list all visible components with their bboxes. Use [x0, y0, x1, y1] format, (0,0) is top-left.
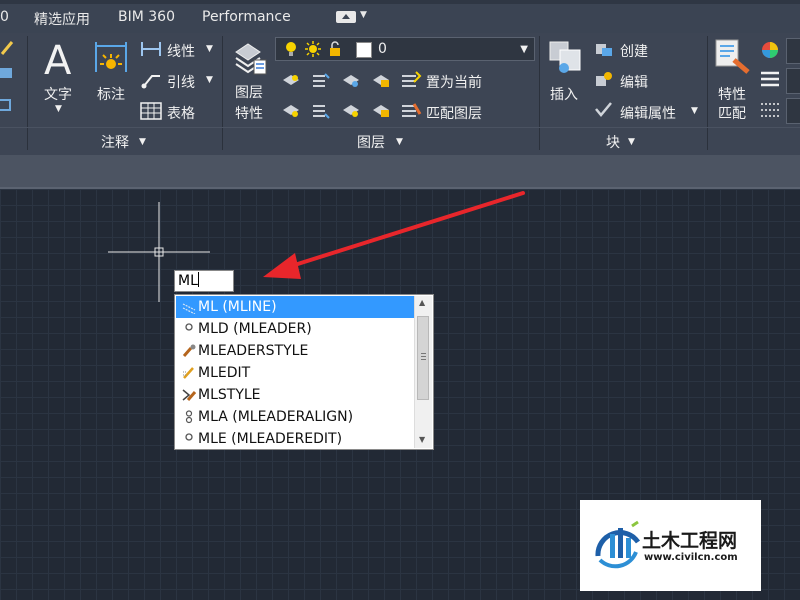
menu-item-performance[interactable]: Performance — [202, 9, 291, 25]
menu-bar: 0 精选应用 BIM 360 Performance ▼ — [0, 0, 800, 33]
menu-item-bim360[interactable]: BIM 360 — [118, 9, 175, 25]
svg-text:A: A — [44, 38, 72, 78]
unlock-icon — [330, 41, 340, 56]
layer-color-swatch — [356, 42, 372, 58]
edit-block-icon[interactable] — [594, 70, 614, 88]
layer-tools-row-2-icons[interactable] — [281, 100, 393, 122]
leader-icon[interactable] — [140, 70, 162, 90]
mleaderstyle-icon — [182, 344, 196, 357]
chevron-down-icon[interactable]: ▼ — [55, 104, 62, 114]
autocomplete-item[interactable]: MLA (MLEADERALIGN) — [176, 406, 414, 428]
lineweight-icon[interactable] — [760, 70, 780, 88]
linetype-icon[interactable] — [760, 100, 780, 118]
autocomplete-item[interactable]: MLD (MLEADER) — [176, 318, 414, 340]
chevron-down-icon[interactable]: ▼ — [206, 75, 213, 85]
ribbon-separator — [27, 36, 28, 150]
mleaderalign-icon — [185, 410, 193, 424]
watermark-url: www.civilcn.com — [644, 552, 738, 563]
mleaderedit-icon — [185, 433, 193, 441]
ribbon-separator — [222, 36, 223, 150]
layer-name-value: 0 — [378, 41, 387, 57]
create-block-icon[interactable] — [594, 40, 614, 58]
color-dropdown[interactable] — [786, 38, 800, 64]
command-input-value: ML — [178, 273, 198, 289]
scrollbar-thumb[interactable] — [417, 316, 429, 400]
match-properties-label-1[interactable]: 特性 — [718, 84, 746, 104]
dimension-button-label[interactable]: 标注 — [97, 84, 125, 104]
text-icon[interactable]: A — [42, 38, 78, 78]
text-button-label[interactable]: 文字 — [44, 84, 72, 104]
panel-title-divider — [0, 127, 800, 128]
autocomplete-item[interactable]: ML (MLINE) — [176, 296, 414, 318]
menu-item-featured-apps[interactable]: 精选应用 — [34, 9, 90, 29]
linear-button-label[interactable]: 线性 — [167, 41, 195, 61]
layer-properties-label-1[interactable]: 图层 — [235, 82, 263, 102]
autocomplete-item[interactable]: MLEADERSTYLE — [176, 340, 414, 362]
match-properties-label-2[interactable]: 匹配 — [718, 103, 746, 123]
autocomplete-item[interactable]: MLE (MLEADEREDIT) — [176, 428, 414, 450]
block-panel-title[interactable]: 块 — [606, 132, 620, 152]
chevron-down-icon[interactable]: ▼ — [206, 44, 213, 54]
lineweight-dropdown[interactable] — [786, 68, 800, 94]
draw-tools-icon[interactable] — [0, 38, 16, 118]
set-current-label[interactable]: 置为当前 — [426, 72, 482, 92]
insert-block-icon[interactable] — [546, 38, 584, 78]
dimension-icon[interactable] — [94, 38, 130, 76]
ribbon-separator — [539, 36, 540, 150]
menu-item-0[interactable]: 0 — [0, 9, 9, 25]
edit-attributes-icon[interactable] — [594, 101, 614, 119]
scroll-down-icon[interactable]: ▼ — [419, 435, 425, 444]
civilcn-logo-icon — [595, 520, 641, 569]
layer-properties-label-2[interactable]: 特性 — [235, 103, 263, 123]
create-block-label[interactable]: 创建 — [620, 41, 648, 61]
layer-properties-icon[interactable] — [232, 38, 268, 78]
match-properties-icon[interactable] — [714, 38, 752, 78]
watermark-brand: 土木工程网 — [642, 530, 738, 552]
lightbulb-icon — [286, 42, 296, 56]
mlstyle-icon — [182, 389, 196, 401]
scroll-up-icon[interactable]: ▲ — [419, 298, 425, 307]
layers-panel-title[interactable]: 图层 — [357, 132, 385, 152]
ribbon-separator — [707, 36, 708, 150]
chevron-down-icon[interactable]: ▼ — [396, 137, 403, 147]
match-layer-label[interactable]: 匹配图层 — [426, 103, 482, 123]
chevron-down-icon[interactable]: ▼ — [691, 106, 698, 116]
color-wheel-icon[interactable] — [760, 40, 780, 60]
layer-tools-row-1-icons[interactable] — [281, 70, 393, 92]
linear-dim-icon[interactable] — [140, 40, 162, 58]
sun-icon — [305, 41, 321, 57]
chevron-down-icon: ▼ — [520, 44, 528, 55]
leader-button-label[interactable]: 引线 — [167, 72, 195, 92]
text-caret — [197, 272, 199, 287]
annotate-panel-title[interactable]: 注释 — [101, 132, 129, 152]
insert-button-label[interactable]: 插入 — [550, 84, 578, 104]
chevron-down-icon[interactable]: ▼ — [139, 137, 146, 147]
file-tab-strip — [0, 155, 800, 189]
chevron-down-icon[interactable]: ▼ — [628, 137, 635, 147]
table-button-label[interactable]: 表格 — [167, 103, 195, 123]
match-layer-icon[interactable] — [400, 100, 422, 120]
red-arrow-annotation — [263, 191, 525, 279]
command-input[interactable]: ML — [174, 270, 234, 292]
edit-attributes-label[interactable]: 编辑属性 — [620, 103, 676, 123]
title-strip — [0, 0, 800, 4]
panel-toggle-icon[interactable] — [336, 11, 356, 23]
layer-dropdown[interactable]: 0 ▼ — [275, 37, 535, 61]
edit-block-label[interactable]: 编辑 — [620, 72, 648, 92]
linetype-dropdown[interactable] — [786, 98, 800, 124]
mleader-icon — [185, 323, 193, 331]
autocomplete-list[interactable]: ML (MLINE) MLD (MLEADER) MLEADERSTYLE ML… — [174, 294, 434, 450]
autocomplete-item[interactable]: MLEDIT — [176, 362, 414, 384]
autocomplete-scrollbar[interactable]: ▲ ▼ — [414, 296, 432, 448]
mledit-icon — [183, 367, 194, 379]
mline-icon — [182, 303, 196, 314]
table-icon[interactable] — [140, 102, 162, 120]
set-current-icon[interactable] — [400, 70, 422, 90]
watermark-logo: 土木工程网 www.civilcn.com — [580, 500, 761, 591]
chevron-down-icon[interactable]: ▼ — [360, 10, 367, 20]
autocomplete-item[interactable]: MLSTYLE — [176, 384, 414, 406]
